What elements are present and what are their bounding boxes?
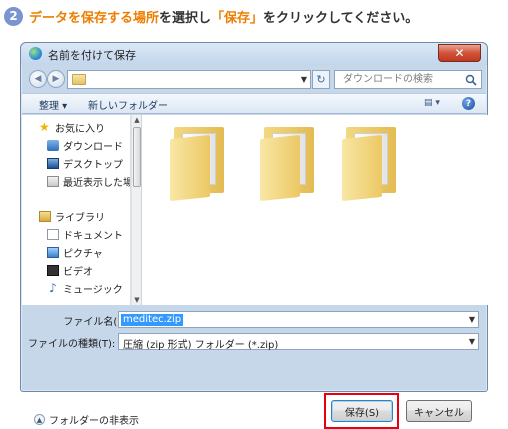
refresh-button[interactable]: ↻ — [312, 70, 330, 89]
filetype-dropdown-icon[interactable]: ▼ — [469, 337, 475, 346]
step-instruction: 2 データを保存する場所 を選択し 「保存」 をクリックしてください。 — [4, 6, 418, 26]
back-arrow-icon: ◀ — [34, 74, 42, 84]
back-button[interactable]: ◀ — [29, 70, 47, 88]
sidebar-item-desktop[interactable]: デスクトップ — [47, 155, 123, 171]
help-icon[interactable]: ? — [462, 97, 475, 110]
search-icon[interactable] — [465, 74, 477, 86]
new-folder-button[interactable]: 新しいフォルダー — [88, 97, 168, 112]
pictures-icon — [47, 246, 59, 258]
sidebar-item-libraries[interactable]: ライブラリ — [39, 208, 105, 224]
close-icon: ✕ — [454, 46, 465, 60]
refresh-icon: ↻ — [316, 73, 326, 86]
close-button[interactable]: ✕ — [438, 44, 481, 62]
sidebar-item-label: ドキュメント — [63, 230, 123, 242]
folder-front — [170, 134, 210, 202]
filename-field[interactable]: meditec.zip ▼ — [118, 311, 479, 328]
desktop-icon — [47, 157, 59, 169]
hide-folders-toggle[interactable]: ▲ フォルダーの非表示 — [34, 412, 139, 427]
sidebar-item-label: デスクトップ — [63, 159, 123, 171]
folder-front — [342, 134, 382, 202]
hide-folders-label: フォルダーの非表示 — [49, 416, 139, 427]
address-dropdown-icon[interactable]: ▼ — [301, 75, 307, 84]
sidebar-item-videos[interactable]: ビデオ — [47, 262, 93, 278]
videos-icon — [47, 264, 59, 276]
dialog-titlebar[interactable]: 名前を付けて保存 ✕ — [21, 43, 487, 65]
sidebar-item-documents[interactable]: ドキュメント — [47, 226, 123, 242]
recent-places-icon — [47, 175, 59, 187]
scroll-down-icon[interactable]: ▼ — [132, 295, 142, 305]
scrollbar-thumb[interactable] — [133, 127, 141, 187]
address-row: ◀ ▶ ▼ ↻ — [21, 65, 487, 93]
sidebar-item-label: ピクチャ — [63, 248, 103, 260]
folder-item[interactable] — [260, 121, 320, 202]
dialog-title: 名前を付けて保存 — [48, 49, 136, 62]
change-view-button[interactable]: ▤ ▾ — [424, 98, 446, 110]
search-box — [334, 70, 482, 89]
navigation-scrollbar[interactable]: ▲ ▼ — [131, 115, 141, 305]
step-text-click: をクリックしてください。 — [263, 10, 419, 26]
save-button[interactable]: 保存(S) — [331, 400, 393, 422]
scroll-up-icon[interactable]: ▲ — [132, 115, 142, 125]
browser-icon — [29, 47, 42, 60]
sidebar-item-favorites[interactable]: ★ お気に入り — [39, 119, 105, 135]
command-bar: 整理 ▾ 新しいフォルダー ▤ ▾ ? — [22, 93, 486, 114]
filename-dropdown-icon[interactable]: ▼ — [469, 315, 475, 324]
step-text-location: データを保存する場所 — [29, 10, 160, 26]
step-number-badge: 2 — [4, 6, 23, 26]
forward-arrow-icon: ▶ — [52, 74, 60, 84]
sidebar-item-label: ミュージック — [63, 284, 123, 296]
sidebar-item-downloads[interactable]: ダウンロード — [47, 137, 123, 153]
folder-front — [260, 134, 300, 202]
folder-item[interactable] — [342, 121, 402, 202]
navigation-pane: ★ お気に入り ダウンロード デスクトップ 最近表示した場所 ライブラリ ドキュ… — [22, 115, 131, 305]
forward-button[interactable]: ▶ — [47, 70, 65, 88]
download-icon — [47, 139, 59, 151]
sidebar-item-label: 最近表示した場所 — [63, 177, 130, 189]
sidebar-item-label: お気に入り — [55, 123, 105, 135]
save-as-dialog: 名前を付けて保存 ✕ ◀ ▶ ▼ ↻ 整理 ▾ 新しいフォルダー ▤ ▾ — [20, 42, 488, 429]
save-options-panel: ファイル名(N): meditec.zip ▼ ファイルの種類(T): 圧縮 (… — [22, 305, 486, 429]
sidebar-item-pictures[interactable]: ピクチャ — [47, 244, 103, 260]
filetype-select[interactable]: 圧縮 (zip 形式) フォルダー (*.zip) ▼ — [118, 333, 479, 351]
sidebar-item-label: ライブラリ — [55, 212, 105, 224]
filetype-label: ファイルの種類(T): — [28, 339, 116, 350]
file-list-area[interactable] — [142, 115, 488, 305]
sidebar-item-label: ビデオ — [63, 266, 93, 278]
library-icon — [39, 210, 51, 222]
star-icon: ★ — [39, 120, 50, 134]
sidebar-item-music[interactable]: ♪ ミュージック — [47, 280, 123, 296]
filename-value[interactable]: meditec.zip — [121, 314, 184, 326]
step-text-save: 「保存」 — [211, 10, 264, 26]
step-text-select: を選択し — [159, 10, 212, 26]
cancel-button[interactable]: キャンセル — [406, 400, 472, 422]
folder-item[interactable] — [170, 121, 230, 202]
organize-button[interactable]: 整理 ▾ — [39, 97, 67, 112]
filetype-value: 圧縮 (zip 形式) フォルダー (*.zip) — [123, 340, 279, 351]
sidebar-item-recent-places[interactable]: 最近表示した場所 — [47, 173, 130, 189]
search-input[interactable] — [335, 71, 463, 88]
sidebar-item-label: ダウンロード — [63, 141, 123, 153]
music-icon: ♪ — [49, 280, 57, 295]
folder-icon — [72, 74, 86, 85]
documents-icon — [47, 228, 59, 240]
address-bar[interactable]: ▼ — [67, 70, 311, 89]
chevron-up-icon: ▲ — [34, 414, 45, 425]
